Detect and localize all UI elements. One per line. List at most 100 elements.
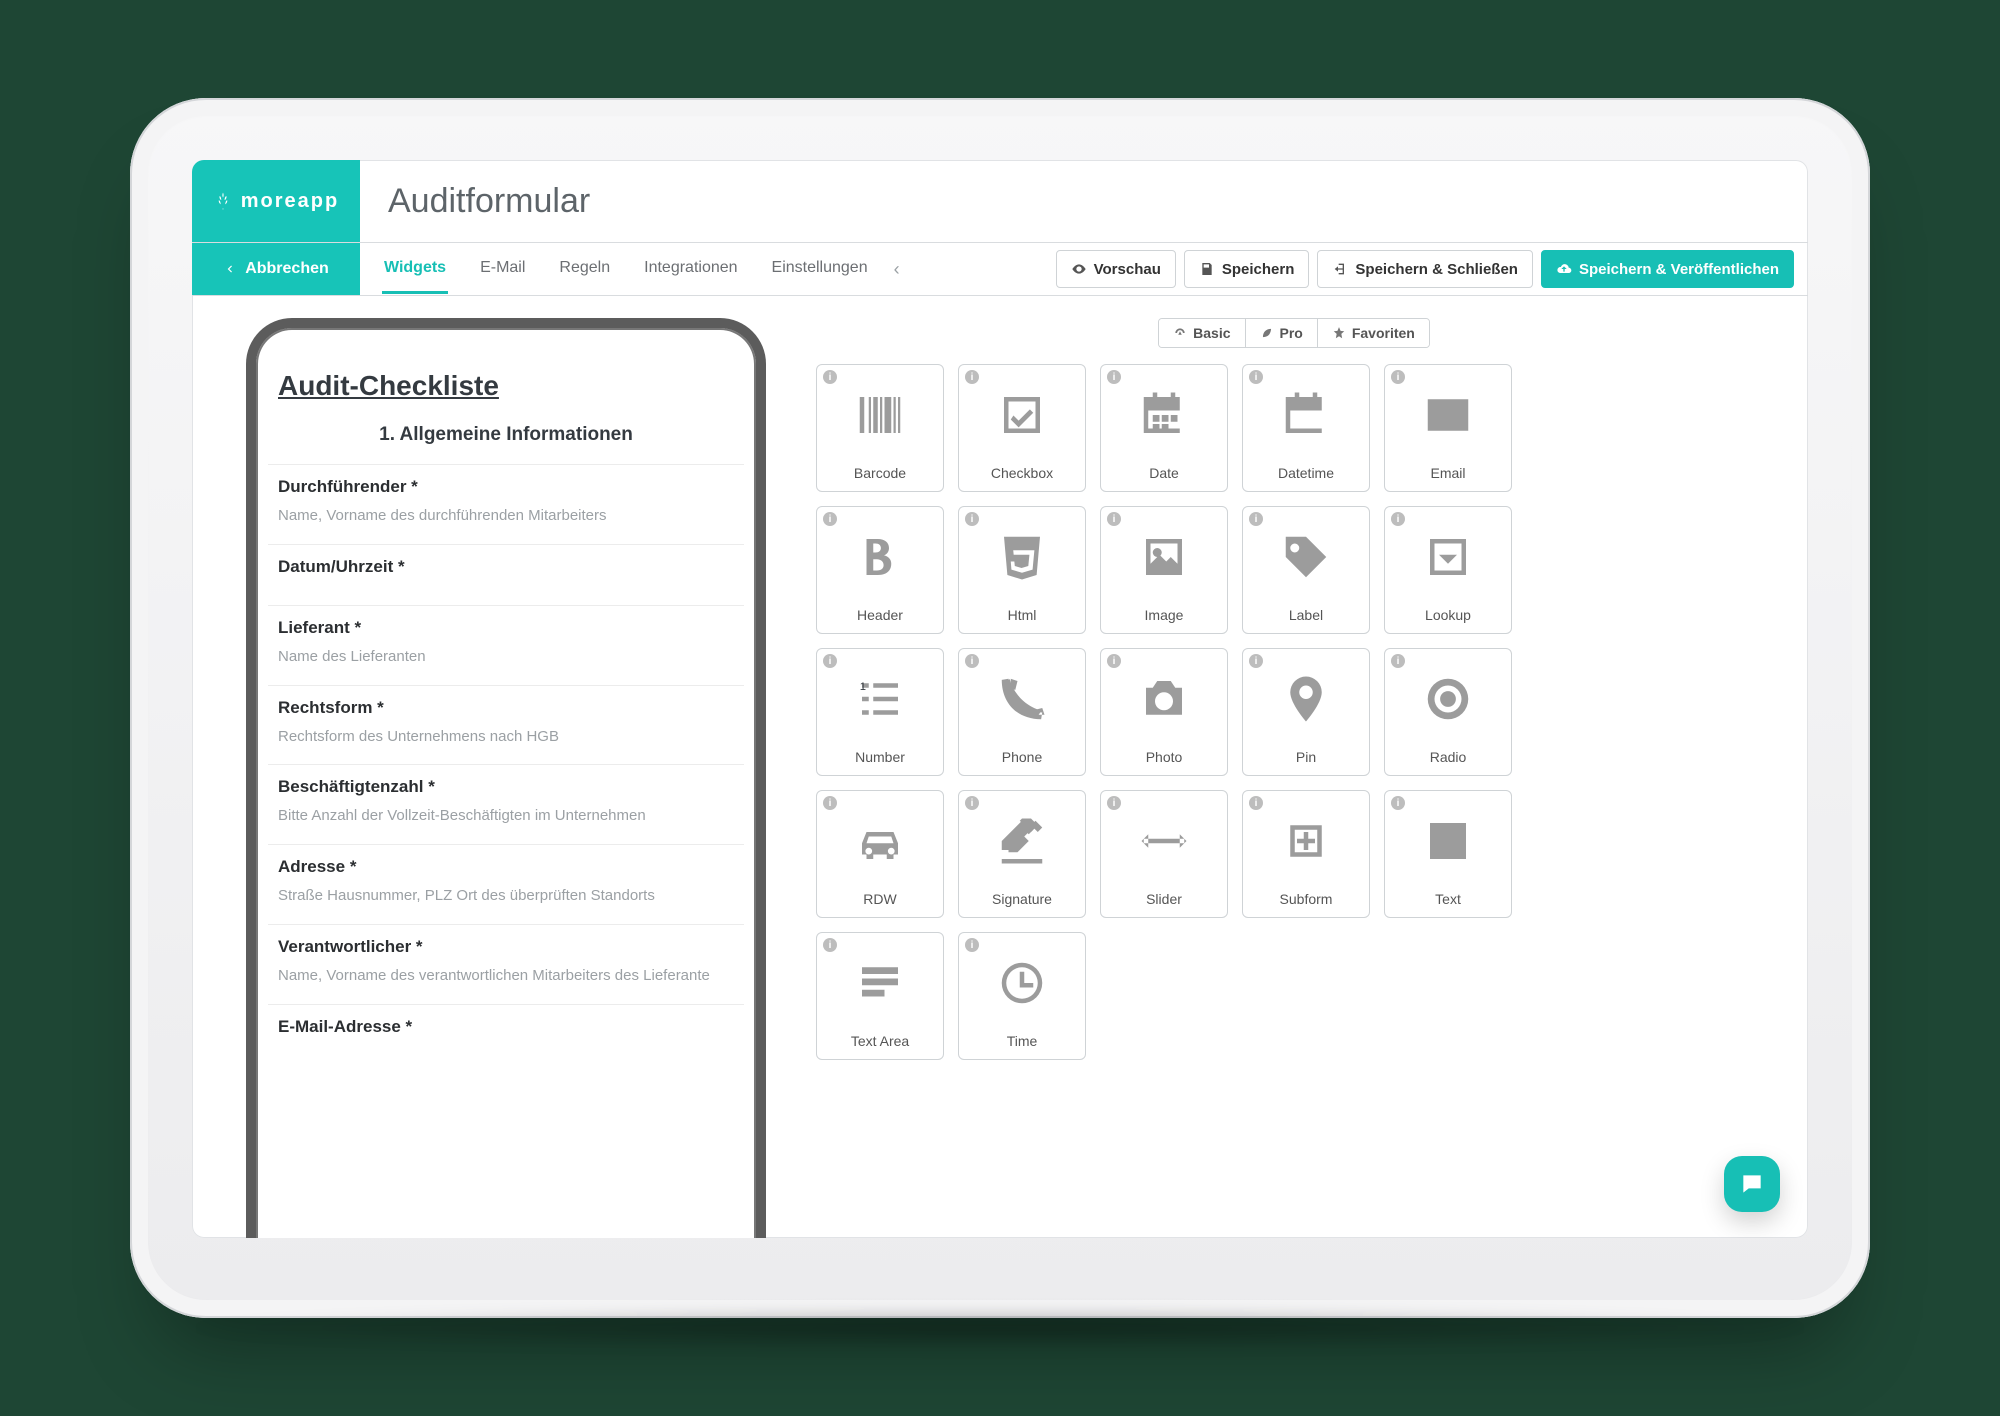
widget-date[interactable]: iDate: [1100, 364, 1228, 492]
field-label: Datum/Uhrzeit *: [278, 557, 734, 577]
widget-html[interactable]: i Html: [958, 506, 1086, 634]
widget-lookup[interactable]: i Lookup: [1384, 506, 1512, 634]
brand-logo[interactable]: moreapp: [192, 160, 360, 242]
info-icon[interactable]: i: [1107, 796, 1121, 810]
widget-number[interactable]: iNumber: [816, 648, 944, 776]
info-icon[interactable]: i: [1249, 654, 1263, 668]
widget-label: Email: [1430, 465, 1465, 481]
info-icon[interactable]: i: [965, 512, 979, 526]
save-publish-label: Speichern & Veröffentlichen: [1579, 261, 1779, 278]
label-icon: [1279, 507, 1333, 607]
topbar: moreapp Auditformular: [192, 160, 1808, 243]
info-icon[interactable]: i: [965, 938, 979, 952]
widget-checkbox[interactable]: i Checkbox: [958, 364, 1086, 492]
widget-pin[interactable]: iPin: [1242, 648, 1370, 776]
toolbar: Abbrechen Widgets E-Mail Regeln Integration…: [192, 243, 1808, 296]
form-field[interactable]: Verantwortlicher * Name, Vorname des vera…: [268, 924, 744, 1004]
widget-email[interactable]: i Email: [1384, 364, 1512, 492]
info-icon[interactable]: i: [1249, 796, 1263, 810]
info-icon[interactable]: i: [1107, 512, 1121, 526]
info-icon[interactable]: i: [823, 938, 837, 952]
gauge-icon: [1173, 326, 1187, 340]
preview-button[interactable]: Vorschau: [1056, 250, 1176, 288]
widget-header[interactable]: iHeader: [816, 506, 944, 634]
widget-label: Slider: [1146, 891, 1182, 907]
form-field[interactable]: Lieferant *Name des Lieferanten: [268, 605, 744, 685]
widget-time[interactable]: iTime: [958, 932, 1086, 1060]
form-title: Audit-Checkliste: [268, 340, 744, 410]
widget-label: Checkbox: [991, 465, 1053, 481]
save-close-label: Speichern & Schließen: [1355, 261, 1518, 278]
form-field[interactable]: Adresse *Straße Hausnummer, PLZ Ort des …: [268, 844, 744, 924]
save-close-button[interactable]: Speichern & Schließen: [1317, 250, 1533, 288]
save-icon: [1199, 261, 1215, 277]
widget-label[interactable]: i Label: [1242, 506, 1370, 634]
info-icon[interactable]: i: [823, 796, 837, 810]
widget-image[interactable]: iImage: [1100, 506, 1228, 634]
widget-photo[interactable]: i Photo: [1100, 648, 1228, 776]
chat-fab[interactable]: [1724, 1156, 1780, 1212]
preview-label: Vorschau: [1094, 261, 1161, 278]
save-button[interactable]: Speichern: [1184, 250, 1310, 288]
app-window: moreapp Auditformular Abbrechen Widgets E…: [192, 160, 1808, 1238]
leaf-icon: [1260, 326, 1274, 340]
widget-phone[interactable]: iPhone: [958, 648, 1086, 776]
tab-e-mail[interactable]: E-Mail: [478, 245, 527, 294]
segment-basic[interactable]: Basic: [1159, 319, 1245, 347]
field-label: Verantwortlicher *: [278, 937, 734, 957]
form-canvas[interactable]: Audit-Checkliste 1. Allgemeine Informati…: [268, 340, 744, 1238]
widget-label: Radio: [1430, 749, 1467, 765]
barcode-icon: [853, 365, 907, 465]
action-buttons: Vorschau Speichern Speichern & Schließen…: [1056, 243, 1808, 295]
tab-widgets[interactable]: Widgets: [382, 245, 448, 294]
info-icon[interactable]: i: [823, 654, 837, 668]
field-hint: Name, Vorname des verantwortlichen Mitar…: [278, 967, 734, 986]
info-icon[interactable]: i: [1107, 654, 1121, 668]
info-icon[interactable]: i: [1107, 370, 1121, 384]
cancel-label: Abbrechen: [245, 260, 329, 278]
save-publish-button[interactable]: Speichern & Veröffentlichen: [1541, 250, 1794, 288]
time-icon: [995, 933, 1049, 1033]
info-icon[interactable]: i: [1249, 370, 1263, 384]
widget-barcode[interactable]: iBarcode: [816, 364, 944, 492]
phone-frame: Audit-Checkliste 1. Allgemeine Informati…: [246, 318, 766, 1238]
segment-pro[interactable]: Pro: [1246, 319, 1318, 347]
info-icon[interactable]: i: [1391, 370, 1405, 384]
info-icon[interactable]: i: [1249, 512, 1263, 526]
tab-integrationen[interactable]: Integrationen: [642, 245, 739, 294]
widget-label: Label: [1289, 607, 1323, 623]
widget-rdw[interactable]: iRDW: [816, 790, 944, 918]
form-field[interactable]: E-Mail-Adresse *: [268, 1004, 744, 1065]
widget-text[interactable]: iText: [1384, 790, 1512, 918]
segment-favorites[interactable]: Favoriten: [1318, 319, 1429, 347]
widget-radio[interactable]: i Radio: [1384, 648, 1512, 776]
widget-datetime[interactable]: iDatetime: [1242, 364, 1370, 492]
widget-panel: Basic Pro Favoriten iBar: [814, 318, 1774, 1238]
info-icon[interactable]: i: [965, 370, 979, 384]
widget-label: Html: [1008, 607, 1037, 623]
widget-textarea[interactable]: iText Area: [816, 932, 944, 1060]
info-icon[interactable]: i: [1391, 512, 1405, 526]
widget-signature[interactable]: iSignature: [958, 790, 1086, 918]
form-field[interactable]: Rechtsform *Rechtsform des Unternehmens …: [268, 685, 744, 765]
lookup-icon: [1421, 507, 1475, 607]
info-icon[interactable]: i: [965, 654, 979, 668]
cancel-button[interactable]: Abbrechen: [192, 243, 360, 295]
widget-label: Lookup: [1425, 607, 1471, 623]
info-icon[interactable]: i: [1391, 796, 1405, 810]
checkbox-icon: [995, 365, 1049, 465]
form-field[interactable]: Beschäftigtenzahl *Bitte Anzahl der Voll…: [268, 764, 744, 844]
info-icon[interactable]: i: [823, 512, 837, 526]
tabs: Widgets E-Mail Regeln Integrationen Einstell…: [360, 243, 922, 295]
info-icon[interactable]: i: [1391, 654, 1405, 668]
form-field[interactable]: Durchführender *Name, Vorname des durchf…: [268, 464, 744, 544]
info-icon[interactable]: i: [965, 796, 979, 810]
info-icon[interactable]: i: [823, 370, 837, 384]
tab-einstellungen[interactable]: Einstellungen: [770, 245, 870, 294]
form-field[interactable]: Datum/Uhrzeit *: [268, 544, 744, 605]
widget-slider[interactable]: i Slider: [1100, 790, 1228, 918]
widget-subform[interactable]: iSubform: [1242, 790, 1370, 918]
widget-label: Photo: [1146, 749, 1183, 765]
tab-regeln[interactable]: Regeln: [557, 245, 612, 294]
tabs-overflow-chevron-icon[interactable]: ‹: [894, 259, 900, 280]
